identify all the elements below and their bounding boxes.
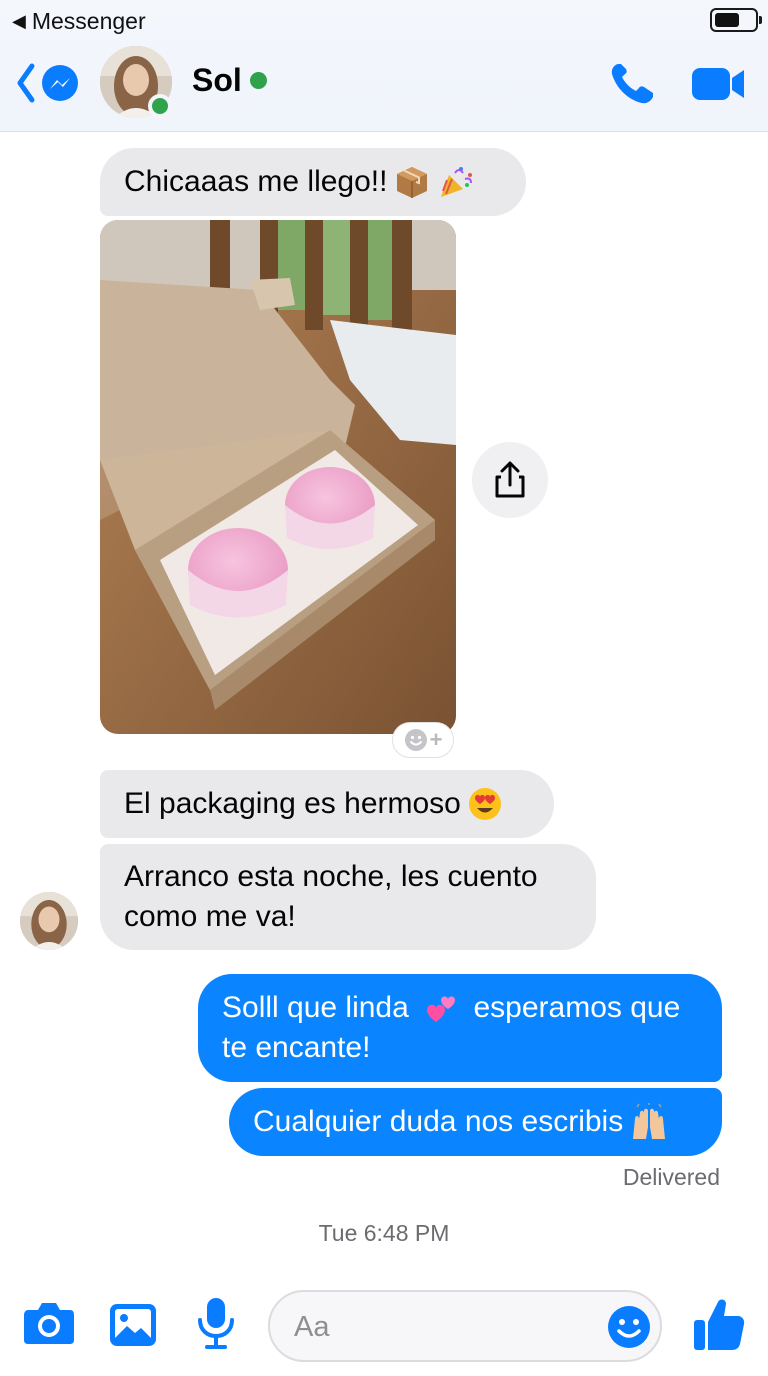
gallery-button[interactable] <box>108 1302 158 1348</box>
add-reaction-button[interactable]: + <box>392 722 454 758</box>
message-input-box[interactable] <box>268 1290 662 1362</box>
raising-hands-emoji <box>633 1103 666 1139</box>
emoji-picker-button[interactable] <box>606 1304 652 1350</box>
share-photo-button[interactable] <box>472 442 548 518</box>
message-timestamp: Tue 6:48 PM <box>318 1220 450 1246</box>
messenger-chat-screen: ◀ Messenger Sol Chicaaas me llego!! + El… <box>0 0 768 1376</box>
party-popper-emoji <box>441 167 473 197</box>
delivery-status: Delivered <box>622 1164 720 1190</box>
incoming-message-bubble[interactable]: Arranco esta noche, les cuento como me v… <box>100 844 596 950</box>
battery-icon <box>710 8 762 32</box>
online-status-dot <box>250 72 267 89</box>
photo-attachment[interactable] <box>100 220 456 734</box>
message-text: Cualquier duda nos escribis <box>253 1105 624 1138</box>
video-call-button[interactable] <box>690 64 746 104</box>
message-input[interactable] <box>294 1306 594 1348</box>
two-hearts-emoji <box>427 996 456 1023</box>
outgoing-message-bubble[interactable]: Cualquier duda nos escribis <box>229 1088 722 1156</box>
share-icon <box>495 461 525 498</box>
message-text: Arranco esta noche, les cuento como me v… <box>124 860 538 933</box>
status-back-to-app[interactable]: ◀ Messenger <box>12 8 146 35</box>
incoming-message-bubble[interactable]: El packaging es hermoso <box>100 770 554 838</box>
voice-call-button[interactable] <box>608 60 658 106</box>
contact-online-indicator <box>148 94 172 118</box>
message-text: Chicaaas me llego!! <box>124 165 388 198</box>
back-to-chats-button[interactable] <box>14 58 84 108</box>
microphone-button[interactable] <box>196 1296 236 1350</box>
smiley-icon <box>404 729 427 751</box>
package-emoji <box>397 167 428 198</box>
chat-header: ◀ Messenger Sol <box>0 0 768 132</box>
camera-button[interactable] <box>22 1298 76 1348</box>
sender-avatar[interactable] <box>20 892 78 950</box>
outgoing-message-bubble[interactable]: Solll que linda esperamos que te encante… <box>198 974 722 1082</box>
thumbs-up-like-button[interactable] <box>692 1296 746 1352</box>
heart-eyes-emoji <box>468 788 501 820</box>
incoming-message-bubble[interactable]: Chicaaas me llego!! <box>100 148 526 216</box>
message-text: Solll que linda <box>222 991 409 1024</box>
contact-name[interactable]: Sol <box>192 62 242 99</box>
back-app-label: Messenger <box>31 8 146 34</box>
back-triangle-icon: ◀ <box>12 11 26 31</box>
plus-icon: + <box>429 727 443 752</box>
message-text: El packaging es hermoso <box>124 787 461 820</box>
